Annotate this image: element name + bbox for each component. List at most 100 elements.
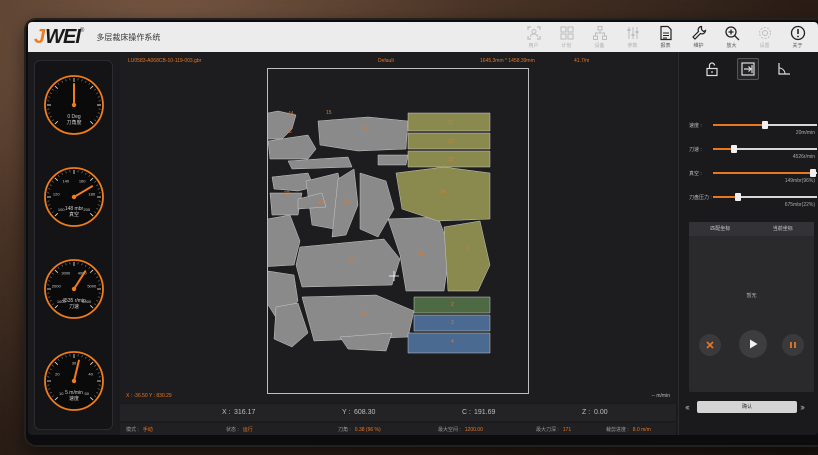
piece-number: 3	[451, 320, 454, 326]
y-value: 608.30	[354, 409, 376, 416]
piece-number: 43	[286, 129, 292, 135]
gauge-tick-label: 5000	[87, 284, 97, 289]
slider-handle[interactable]	[809, 169, 816, 177]
slider-handle[interactable]	[762, 121, 768, 129]
gauge-tick-label: 180	[88, 192, 95, 197]
confirm-button[interactable]: 确认	[697, 401, 797, 413]
slider-value: 675mbr(22%)	[784, 202, 815, 208]
layout-length: 41.7/m	[574, 58, 590, 64]
slider-handle[interactable]	[734, 193, 741, 201]
piece-number: 2	[451, 302, 454, 308]
gauge-dial: 100120140 160180200	[44, 167, 104, 227]
toolbar-settings-button[interactable]: 设置	[748, 24, 781, 50]
angle-icon	[778, 63, 790, 75]
slider-label: 刀速 :	[689, 147, 702, 153]
toolbar-plan-button[interactable]: 计划	[550, 24, 583, 50]
pattern-piece	[255, 214, 301, 268]
pattern-piece	[317, 116, 409, 152]
piece-number: 13	[448, 157, 454, 163]
pause-button[interactable]	[782, 334, 804, 356]
chevron-right-icon: ›››	[800, 402, 805, 412]
slider-value: 4526r/min	[792, 154, 815, 160]
tab-unlock[interactable]	[701, 58, 723, 80]
start-button[interactable]	[739, 330, 767, 358]
status-progress: 裁剪进度 :8.0 m/m	[606, 427, 651, 433]
y-label: Y :	[342, 409, 351, 416]
chevron-left-icon: ‹‹‹	[685, 402, 690, 412]
play-icon	[750, 339, 758, 349]
toolbar-params-button[interactable]: 参数	[616, 24, 649, 50]
slider-fill	[713, 124, 765, 126]
piece-number: 4	[451, 339, 454, 345]
status-max-space: 最大空间 :1200.00	[438, 427, 483, 433]
gauge-tick-label: 140	[62, 178, 69, 183]
slider-track[interactable]	[713, 145, 817, 153]
toolbar-label: 报表	[660, 43, 671, 49]
gear-icon	[758, 27, 771, 39]
network-icon	[592, 26, 607, 40]
gauge-caption: 速度	[68, 396, 79, 402]
tab-import[interactable]	[737, 58, 759, 80]
slider-track[interactable]	[713, 121, 817, 129]
empty-state: 暂无	[746, 293, 757, 299]
toolbar-about-button[interactable]: 关于	[781, 24, 814, 50]
piece-number: 12	[448, 139, 454, 145]
close-icon	[706, 341, 714, 349]
gauge-tick-label: 2000	[52, 284, 62, 289]
toolbar-maintain-button[interactable]: 维护	[682, 24, 715, 50]
tab-angle[interactable]	[773, 58, 795, 80]
toolbar-device-button[interactable]: 设备	[583, 24, 616, 50]
logo-registered: ®	[79, 27, 85, 34]
main-toolbar: 用户 计划 设备 参数 报表 维护 放大 设置 关于	[517, 24, 814, 50]
slider-value: 20m/min	[795, 130, 815, 136]
toolbar-label: 维护	[693, 43, 704, 49]
gauge-tick-label: 40	[88, 372, 93, 377]
pattern-piece	[359, 172, 395, 238]
logo-text: WEI	[45, 25, 81, 48]
gauge-hub	[71, 102, 77, 108]
cursor-position: X : -36.50 Y : 830.29	[126, 393, 172, 399]
piece-number: 14	[440, 189, 446, 195]
pattern-piece	[407, 332, 491, 354]
toolbar-label: 用户	[528, 43, 539, 49]
slider-fill	[713, 172, 813, 174]
gauge-caption: 真空	[68, 212, 79, 218]
task-panel: 匹配坐标 当前坐标 暂无	[689, 222, 814, 392]
slider-track[interactable]	[713, 169, 817, 177]
z-label: Z :	[582, 409, 591, 416]
slider-label: 真空 :	[689, 171, 702, 177]
report-icon	[659, 25, 672, 41]
control-panel: 速度 : 20m/min 刀速 : 4526r/min 真空 : 149mbr(96%) 刀…	[678, 52, 818, 435]
title-bar: J WEI ® 多层裁床操作系统 用户 计划 设备 参数 报表 维护 放大 设置…	[28, 22, 818, 52]
slider-value: 149mbr(96%)	[784, 178, 815, 184]
app-window: J WEI ® 多层裁床操作系统 用户 计划 设备 参数 报表 维护 放大 设置…	[28, 22, 818, 435]
slider-label: 刀盘压力 :	[689, 195, 712, 201]
status-max-depth: 最大刀深 :171	[536, 427, 572, 433]
gauge-caption: 刀速	[68, 304, 79, 310]
toolbar-zoom-button[interactable]: 放大	[715, 24, 748, 50]
toolbar-user-button[interactable]: 用户	[517, 24, 550, 50]
pattern-piece	[273, 302, 309, 348]
toolbar-label: 放大	[726, 43, 737, 49]
stop-button[interactable]	[699, 334, 721, 356]
slider-track[interactable]	[713, 193, 817, 201]
toolbar-label: 设备	[594, 43, 605, 49]
app-title: 多层裁床操作系统	[96, 32, 161, 42]
tab-current-coords[interactable]: 当前坐标	[752, 222, 815, 236]
pattern-piece	[377, 154, 409, 166]
gauge-caption: 刀角度	[66, 120, 82, 126]
gauge-tick-label: 30	[72, 361, 77, 366]
piece-number: 26	[344, 199, 350, 205]
status-mode: 模式 : 手动	[126, 427, 153, 433]
piece-number: 30	[348, 257, 354, 263]
gauge-hub	[71, 286, 77, 292]
user-scan-icon	[526, 26, 541, 40]
toolbar-report-button[interactable]: 报表	[649, 24, 682, 50]
tab-match-coords[interactable]: 匹配坐标	[689, 222, 752, 236]
feed-gauge: 10 20 30 40 50 5 m/min 速度	[42, 349, 106, 413]
status-bar: 模式 : 手动 状态 : 运行 刀角 :0.38 (96 %) 最大空间 :1200…	[120, 423, 676, 435]
cutting-canvas[interactable]: LU0583-A068CB-10-119-003.gbr Default 164…	[120, 52, 676, 402]
layout-mode: Default	[378, 58, 394, 64]
slider-handle[interactable]	[730, 145, 737, 153]
status-state: 状态 : 运行	[226, 427, 253, 433]
